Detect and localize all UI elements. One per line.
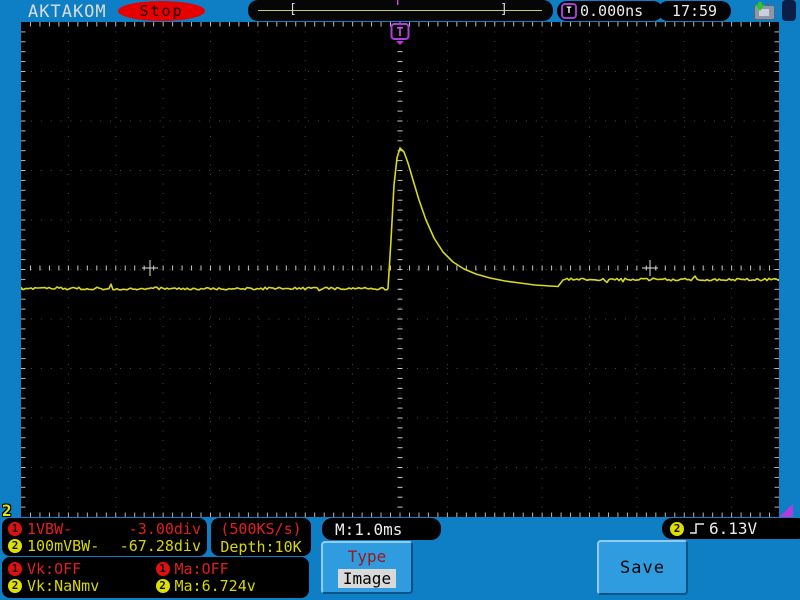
waveform-display: T [21,22,779,517]
type-menu-button[interactable]: Type Image [321,541,413,594]
ch1-cursor-value: Vk:OFF [27,559,82,578]
ch2-cursor-cell: 2 Vk:NaNmv [8,577,156,595]
trigger-position-readout: T 0.000ns [557,1,663,21]
memory-window-right-bracket: ] [500,2,508,17]
save-button[interactable]: Save [597,540,688,595]
trigger-level-readout: 2 6.13V [662,518,800,539]
rising-edge-icon [690,523,704,534]
trigger-icon: T [561,3,577,19]
ch1-measure-value: Ma:OFF [174,559,229,578]
ch1-scale: 1VBW- [27,519,73,538]
memory-position-bar: [ ] T [248,0,553,21]
ch1-scale-row: 1 1VBW- -3.00div [8,519,201,538]
channel-scale-readout: 1 1VBW- -3.00div 2 100mVBW- -67.28div [2,518,207,556]
ch1-offset: -3.00div [128,519,201,538]
trigger-level-value: 6.13V [709,519,758,538]
trigger-level-offscale-icon [779,504,793,517]
memory-trigger-marker-icon: T [395,0,401,8]
ch1-measure-cell: 1 Ma:OFF [155,559,304,578]
timebase-value: M:1.0ms [335,519,403,539]
memory-window-left-bracket: [ [289,2,297,17]
save-label: Save [620,557,665,578]
clock-readout: 17:59 [658,1,731,21]
memory-depth: Depth:10K [220,538,302,556]
ch1-badge: 1 [155,561,170,576]
ch2-badge: 2 [8,578,22,593]
measurement-readout: 1 Vk:OFF 1 Ma:OFF 2 Vk:NaNmv 2 Ma:6.724v [2,557,309,598]
ch1-badge: 1 [8,521,22,536]
graticule-and-trace: T [21,22,779,517]
usb-device-icon [752,2,775,20]
ch2-cursor-value: Vk:NaNmv [27,576,100,595]
sample-rate: (500KS/s) [220,520,302,538]
oscilloscope-screen: AKTAKOM Stop [ ] T T 0.000ns 17:59 T 2 1… [0,0,800,600]
type-selected-value: Image [337,569,397,589]
trigger-position-value: 0.000ns [580,2,644,20]
measure-row-2: 2 Vk:NaNmv 2 Ma:6.724v [8,576,304,595]
ch2-scale-row: 2 100mVBW- -67.28div [8,536,201,555]
ch2-badge: 2 [8,538,22,553]
run-state-label: Stop [139,2,184,20]
brand-logo: AKTAKOM [28,2,107,22]
ch1-badge: 1 [8,561,22,576]
ch2-measure-cell: 2 Ma:6.724v [155,576,304,595]
status-indicator-icon [782,0,796,21]
ch1-cursor-cell: 1 Vk:OFF [8,560,156,578]
timebase-readout: M:1.0ms [322,518,441,540]
ch2-measure-value: Ma:6.724v [174,576,256,595]
trigger-source-badge: 2 [670,521,684,536]
run-state-badge: Stop [118,1,205,21]
ch2-offset: -67.28div [119,536,201,555]
clock-value: 17:59 [671,2,718,20]
type-label: Type [347,546,387,566]
ch2-badge: 2 [155,578,170,593]
ch2-scale: 100mVBW- [27,536,100,555]
measure-row-1: 1 Vk:OFF 1 Ma:OFF [8,559,304,578]
acquisition-readout: (500KS/s) Depth:10K [211,518,311,556]
svg-text:T: T [396,25,403,39]
